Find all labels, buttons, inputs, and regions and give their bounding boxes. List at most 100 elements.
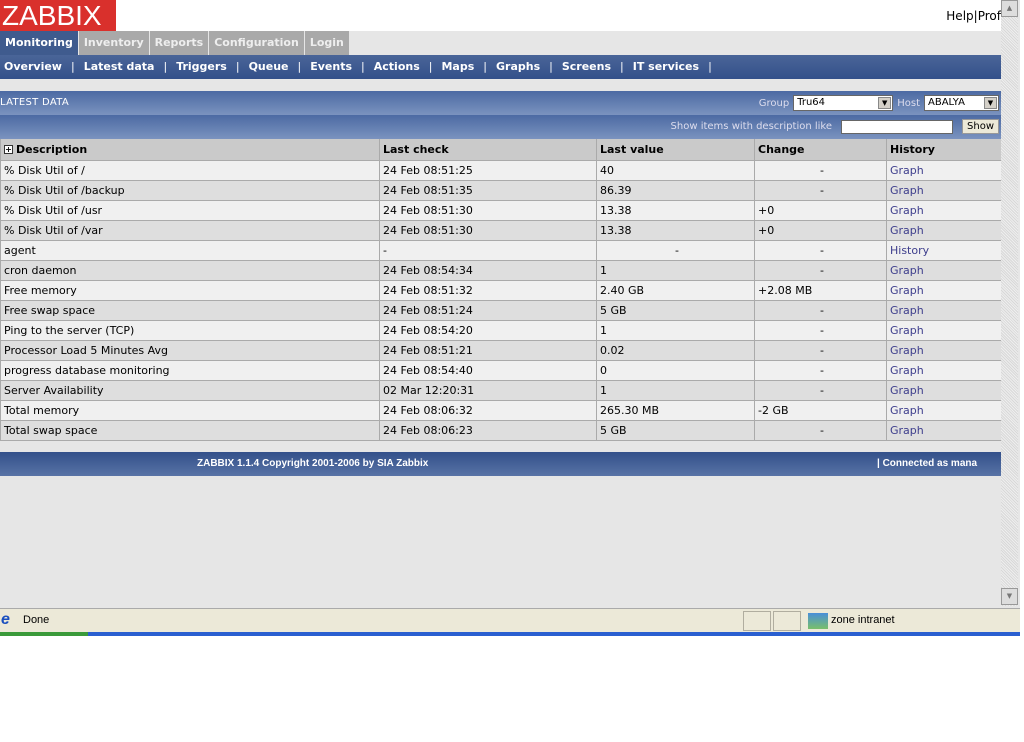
group-select[interactable]: Tru64 ▼ [793,95,894,111]
scroll-up-icon[interactable]: ▲ [1001,0,1018,17]
host-value: ABALYA [928,97,965,108]
graph-link[interactable]: Graph [890,304,924,317]
table-row: Ping to the server (TCP) 24 Feb 08:54:20 1… [0,319,1001,341]
cell-change: +0 [754,219,887,241]
expand-plus-icon[interactable]: + [4,144,13,154]
cell-description: Server Availability [0,379,380,401]
graph-link[interactable]: Graph [890,424,924,437]
cell-history: Graph [886,199,1001,221]
latest-data-table: + Description Last check Last value Chang… [0,139,1001,441]
cell-last-check: 24 Feb 08:51:30 [379,219,597,241]
tab-monitoring[interactable]: Monitoring [0,31,78,55]
cell-history: Graph [886,399,1001,421]
host-select[interactable]: ABALYA ▼ [924,95,999,111]
cell-description: Free swap space [0,299,380,321]
cell-last-value: 40 [596,159,755,181]
graph-link[interactable]: Graph [890,264,924,277]
cell-description: Total swap space [0,419,380,441]
profile-link[interactable]: Profile [978,9,1001,23]
show-button[interactable]: Show [962,119,999,134]
history-link[interactable]: History [890,244,929,257]
graph-link[interactable]: Graph [890,324,924,337]
graph-link[interactable]: Graph [890,404,924,417]
cell-last-check: - [379,239,597,261]
cell-last-value: - [596,239,755,261]
table-row: % Disk Util of /var 24 Feb 08:51:30 13.38 +… [0,219,1001,241]
filter-bar: Show items with description like Show [0,115,1001,139]
cell-description: cron daemon [0,259,380,281]
nav-overview[interactable]: Overview [4,60,62,73]
nav-graphs[interactable]: Graphs [496,60,540,73]
zabbix-logo: ZABBIX [0,0,116,31]
tab-configuration[interactable]: Configuration [209,31,304,55]
cell-last-value: 0 [596,359,755,381]
table-row: Free swap space 24 Feb 08:51:24 5 GB - Graph [0,299,1001,321]
table-row: % Disk Util of /24 Feb 08:51:25 40- Graph [0,159,1001,181]
tab-inventory[interactable]: Inventory [78,31,149,55]
footer: ZABBIX 1.1.4 Copyright 2001-2006 by SIA … [0,452,1001,476]
help-link[interactable]: Help [946,9,973,23]
cell-last-check: 24 Feb 08:54:34 [379,259,597,281]
cell-last-check: 24 Feb 08:06:23 [379,419,597,441]
cell-history: Graph [886,419,1001,441]
graph-link[interactable]: Graph [890,164,924,177]
cell-history: Graph [886,179,1001,201]
cell-history: Graph [886,359,1001,381]
cell-history: Graph [886,259,1001,281]
ie-page-icon: e [1,611,10,628]
vertical-scrollbar[interactable]: ▲ ▼ [1001,0,1018,606]
cell-history: Graph [886,379,1001,401]
status-text: Done [23,614,50,626]
nav-latest-data[interactable]: Latest data [84,60,155,73]
nav-triggers[interactable]: Triggers [176,60,227,73]
nav-events[interactable]: Events [310,60,352,73]
cell-last-value: 13.38 [596,199,755,221]
tab-login[interactable]: Login [304,31,349,55]
cell-description: % Disk Util of /usr [0,199,380,221]
table-row: agent - - - History [0,239,1001,261]
cell-last-value: 5 GB [596,419,755,441]
cell-last-value: 1 [596,379,755,401]
table-row: Processor Load 5 Minutes Avg 24 Feb 08:51… [0,339,1001,361]
cell-last-value: 1 [596,319,755,341]
description-filter-input[interactable] [841,119,954,134]
cell-description: Ping to the server (TCP) [0,319,380,341]
connected-as: | Connected as mana [877,458,978,469]
cell-history: Graph [886,279,1001,301]
graph-link[interactable]: Graph [890,384,924,397]
table-row: % Disk Util of /backup 24 Feb 08:51:35 86.… [0,179,1001,201]
cell-description: agent [0,239,380,261]
cell-description: % Disk Util of /var [0,219,380,241]
graph-link[interactable]: Graph [890,284,924,297]
tab-reports[interactable]: Reports [149,31,209,55]
col-description[interactable]: + Description [0,139,380,161]
cell-last-check: 24 Feb 08:54:40 [379,359,597,381]
cell-history: Graph [886,319,1001,341]
cell-last-check: 24 Feb 08:51:30 [379,199,597,221]
table-row: cron daemon 24 Feb 08:54:34 1- Graph [0,259,1001,281]
nav-maps[interactable]: Maps [441,60,474,73]
graph-link[interactable]: Graph [890,344,924,357]
cell-last-check: 24 Feb 08:51:32 [379,279,597,301]
graph-link[interactable]: Graph [890,184,924,197]
graph-link[interactable]: Graph [890,224,924,237]
table-header: + Description Last check Last value Chang… [0,139,1001,161]
nav-screens[interactable]: Screens [562,60,611,73]
sub-navigation: Overview | Latest data | Triggers | Queue | Even… [0,55,1001,79]
cell-last-check: 24 Feb 08:51:25 [379,159,597,181]
cell-history: Graph [886,159,1001,181]
graph-link[interactable]: Graph [890,204,924,217]
cell-change: - [754,299,887,321]
graph-link[interactable]: Graph [890,364,924,377]
cell-change: - [754,319,887,341]
cell-change: +0 [754,199,887,221]
scroll-down-icon[interactable]: ▼ [1001,588,1018,605]
host-label: Host [897,97,920,109]
nav-queue[interactable]: Queue [249,60,289,73]
table-row: Server Availability 02 Mar 12:20:31 1- Grap… [0,379,1001,401]
col-history: History [886,139,1001,161]
cell-description: % Disk Util of / [0,159,380,181]
cell-change: - [754,159,887,181]
nav-actions[interactable]: Actions [374,60,420,73]
nav-it-services[interactable]: IT services [633,60,699,73]
